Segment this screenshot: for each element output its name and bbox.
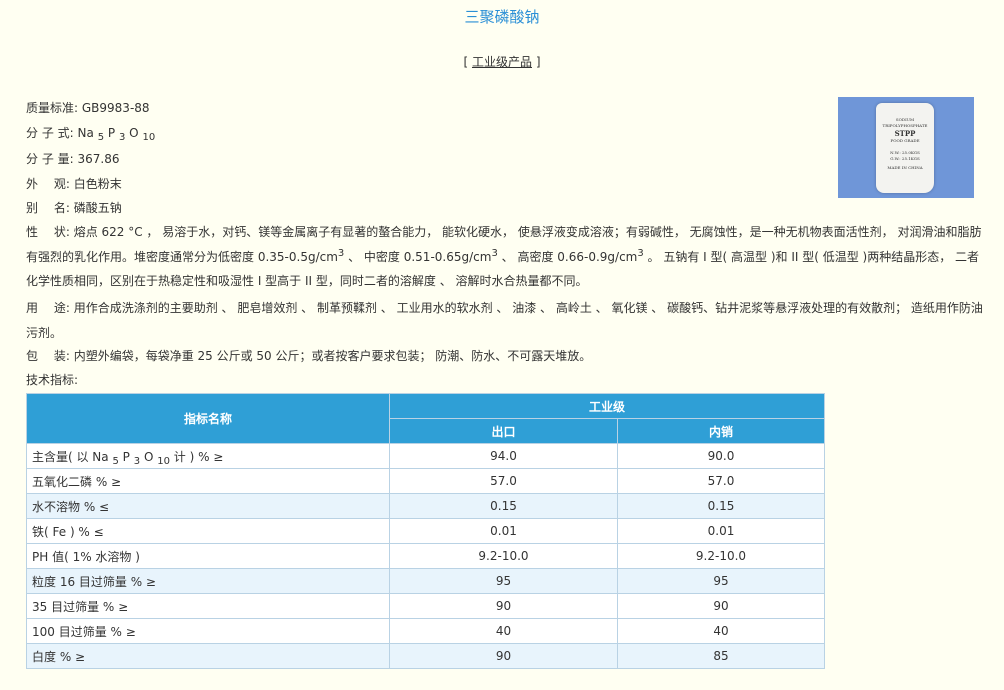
info-tech: 技术指标: bbox=[26, 369, 986, 391]
row-domestic: 9.2-10.0 bbox=[617, 543, 825, 569]
row-name: 五氧化二磷 % ≥ bbox=[26, 468, 390, 494]
info-usage: 用 途: 用作合成洗涤剂的主要助剂 、 肥皂增效剂 、 制革预鞣剂 、 工业用水… bbox=[26, 296, 984, 345]
usage-label: 用 途: bbox=[26, 301, 70, 315]
row-export: 90 bbox=[389, 643, 618, 669]
packaging-label: 包 装: bbox=[26, 349, 70, 363]
table-row: PH 值( 1% 水溶物 ) 9.2-10.0 9.2-10.0 bbox=[26, 543, 825, 569]
row-domestic: 40 bbox=[617, 618, 825, 644]
row-name: 100 目过筛量 % ≥ bbox=[26, 618, 390, 644]
row-domestic: 85 bbox=[617, 643, 825, 669]
appearance-value: 白色粉末 bbox=[73, 177, 122, 191]
table-row: 水不溶物 % ≤ 0.15 0.15 bbox=[26, 493, 825, 519]
row-export: 57.0 bbox=[389, 468, 618, 494]
row-domestic: 95 bbox=[617, 568, 825, 594]
table-row: 100 目过筛量 % ≥ 40 40 bbox=[26, 618, 825, 644]
formula-part: O bbox=[129, 126, 139, 140]
tech-label: 技术指标: bbox=[26, 373, 79, 387]
table-row: 粒度 16 目过筛量 % ≥ 95 95 bbox=[26, 568, 825, 594]
table-header-row: 指标名称 工业级 bbox=[26, 393, 825, 444]
standard-value: GB9983-88 bbox=[81, 101, 150, 115]
row-name: 水不溶物 % ≤ bbox=[26, 493, 390, 519]
row-export: 9.2-10.0 bbox=[389, 543, 618, 569]
info-packaging: 包 装: 内塑外编袋，每袋净重 25 公斤或 50 公斤；或者按客户要求包装； … bbox=[26, 345, 986, 367]
row-export: 94.0 bbox=[389, 443, 618, 469]
row-name: 铁( Fe ) % ≤ bbox=[26, 518, 390, 544]
table-row: 五氧化二磷 % ≥ 57.0 57.0 bbox=[26, 468, 825, 494]
category-bracket-open: [ bbox=[463, 55, 469, 69]
info-weight: 分 子 量: 367.86 bbox=[26, 148, 986, 170]
packaging-value: 内塑外编袋，每袋净重 25 公斤或 50 公斤；或者按客户要求包装； 防潮、防水… bbox=[73, 349, 592, 363]
header-group: 工业级 bbox=[389, 393, 825, 419]
info-alias: 别 名: 磷酸五钠 bbox=[26, 197, 986, 219]
row-domestic: 90.0 bbox=[617, 443, 825, 469]
info-standard: 质量标准: GB9983-88 bbox=[26, 97, 986, 119]
table-row: 35 目过筛量 % ≥ 90 90 bbox=[26, 593, 825, 619]
page-title: 三聚磷酸钠 bbox=[464, 8, 540, 26]
alias-label: 别 名: bbox=[26, 201, 70, 215]
standard-label: 质量标准: bbox=[26, 101, 79, 115]
info-formula: 分 子 式: Na 5 P 3 O 10 bbox=[26, 122, 986, 144]
formula-part: Na bbox=[77, 126, 94, 140]
spec-table: 指标名称 工业级 出口 内销 主含量( 以 Na 5 P 3 O 10 计 ) … bbox=[26, 393, 825, 669]
weight-label: 分 子 量: bbox=[26, 152, 74, 166]
category-link[interactable]: 工业级产品 bbox=[472, 55, 532, 69]
formula-label: 分 子 式: bbox=[26, 126, 74, 140]
row-name-part: O bbox=[140, 449, 154, 464]
row-name-part: 计 ) % ≥ bbox=[169, 449, 224, 464]
table-row: 主含量( 以 Na 5 P 3 O 10 计 ) % ≥ 94.0 90.0 bbox=[26, 443, 825, 469]
alias-value: 磷酸五钠 bbox=[73, 201, 122, 215]
formula-sub: 5 bbox=[97, 132, 105, 143]
formula-sub: 10 bbox=[142, 132, 156, 143]
table-row: 铁( Fe ) % ≤ 0.01 0.01 bbox=[26, 518, 825, 544]
row-name-sub: 10 bbox=[157, 455, 170, 467]
info-properties: 性 状: 熔点 622 °C ， 易溶于水，对钙、镁等金属离子有显著的螯合能力，… bbox=[26, 220, 984, 294]
properties-label: 性 状: bbox=[26, 225, 70, 239]
properties-value: 熔点 622 °C ， 易溶于水，对钙、镁等金属离子有显著的螯合能力， 能软化硬… bbox=[26, 225, 982, 288]
header-domestic: 内销 bbox=[617, 418, 825, 444]
row-name: 35 目过筛量 % ≥ bbox=[26, 593, 390, 619]
row-export: 40 bbox=[389, 618, 618, 644]
info-appearance: 外 观: 白色粉末 bbox=[26, 173, 986, 195]
row-domestic: 0.01 bbox=[617, 518, 825, 544]
usage-value: 用作合成洗涤剂的主要助剂 、 肥皂增效剂 、 制革预鞣剂 、 工业用水的软水剂 … bbox=[26, 301, 983, 340]
row-export: 0.15 bbox=[389, 493, 618, 519]
weight-value: 367.86 bbox=[77, 152, 120, 166]
category-line: [ 工业级产品 ] bbox=[0, 53, 1004, 70]
formula-part: P bbox=[107, 126, 116, 140]
row-export: 0.01 bbox=[389, 518, 618, 544]
row-name-part: 主含量( 以 Na bbox=[32, 449, 109, 464]
category-bracket-close: ] bbox=[535, 55, 541, 69]
row-domestic: 90 bbox=[617, 593, 825, 619]
formula-sub: 3 bbox=[118, 132, 126, 143]
row-name: 粒度 16 目过筛量 % ≥ bbox=[26, 568, 390, 594]
row-domestic: 0.15 bbox=[617, 493, 825, 519]
row-export: 90 bbox=[389, 593, 618, 619]
formula-value: Na 5 P 3 O 10 bbox=[77, 126, 156, 143]
row-domestic: 57.0 bbox=[617, 468, 825, 494]
row-name: 主含量( 以 Na 5 P 3 O 10 计 ) % ≥ bbox=[26, 443, 390, 469]
properties-text: 、 中密度 0.51-0.65g/cm bbox=[344, 249, 492, 264]
table-row: 白度 % ≥ 90 85 bbox=[26, 643, 825, 669]
header-name: 指标名称 bbox=[26, 393, 390, 444]
row-export: 95 bbox=[389, 568, 618, 594]
row-name-part: P bbox=[118, 449, 130, 464]
appearance-label: 外 观: bbox=[26, 177, 70, 191]
row-name: 白度 % ≥ bbox=[26, 643, 390, 669]
header-export: 出口 bbox=[389, 418, 618, 444]
row-name: PH 值( 1% 水溶物 ) bbox=[26, 543, 390, 569]
properties-text: 、 高密度 0.66-0.9g/cm bbox=[497, 249, 638, 264]
